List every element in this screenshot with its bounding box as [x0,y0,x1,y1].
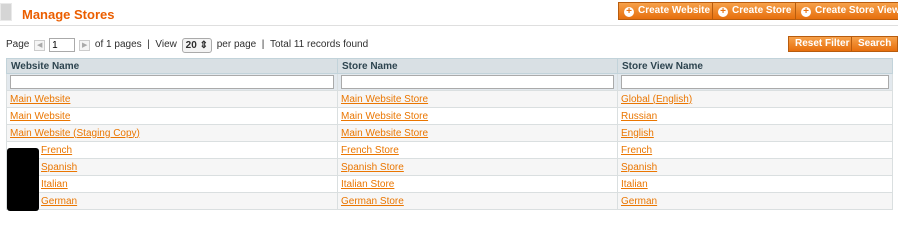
store-filter-input[interactable] [341,74,614,89]
create-website-button[interactable]: + Create Website [618,2,718,20]
reset-filter-button[interactable]: Reset Filter [788,36,857,52]
website-cell: German [6,192,338,210]
page-label: Page [6,39,30,50]
store-view-link[interactable]: Russian [621,111,657,122]
store-view-link[interactable]: French [621,145,652,156]
website-link[interactable]: Main Website [10,111,70,122]
store-view-cell: Global (English) [617,90,893,108]
website-link[interactable]: German [41,196,77,207]
store-view-cell: Italian [617,175,893,193]
store-cell: French Store [337,141,618,159]
store-view-cell: Russian [617,107,893,125]
store-cell: Main Website Store [337,107,618,125]
website-link[interactable]: Italian [41,179,68,190]
filter-cell [6,73,338,91]
page-title: Manage Stores [22,7,115,22]
table-row: Main Website (Staging Copy) Main Website… [6,124,893,142]
view-label: View [155,39,177,50]
store-view-link[interactable]: Global (English) [621,94,692,105]
table-row: Main Website Main Website Store Global (… [6,90,893,108]
table-row: French French Store French [6,141,893,159]
store-view-link[interactable]: Italian [621,179,648,190]
website-link[interactable]: Spanish [41,162,77,173]
store-view-cell: French [617,141,893,159]
store-link[interactable]: Spanish Store [341,162,404,173]
filter-row [6,73,893,91]
select-arrows-icon: ⇕ [199,39,208,51]
stores-grid: Website Name Store Name Store View Name … [6,58,893,210]
plus-icon: + [624,7,634,17]
website-cell: Main Website [6,107,338,125]
store-link[interactable]: Italian Store [341,179,394,190]
store-view-cell: German [617,192,893,210]
column-header-store-view[interactable]: Store View Name [617,58,893,74]
filter-cell [617,73,893,91]
table-row: German German Store German [6,192,893,210]
search-button[interactable]: Search [851,36,898,52]
column-header-website[interactable]: Website Name [6,58,338,74]
store-view-link[interactable]: German [621,196,657,207]
store-link[interactable]: Main Website Store [341,111,428,122]
store-link[interactable]: Main Website Store [341,128,428,139]
store-link[interactable]: German Store [341,196,404,207]
store-view-link[interactable]: English [621,128,654,139]
website-cell: Italian [6,175,338,193]
store-view-filter-input[interactable] [621,74,889,89]
header-divider [0,25,898,26]
create-store-button[interactable]: + Create Store [712,2,799,20]
table-row: Main Website Main Website Store Russian [6,107,893,125]
stores-icon [0,3,12,21]
prev-page-icon[interactable]: ◀ [34,39,46,51]
page-input[interactable] [49,38,76,52]
website-cell: Main Website (Staging Copy) [6,124,338,142]
pager: Page ◀▶ of 1 pages | View 20 ⇕ per page … [6,37,368,53]
website-cell: Spanish [6,158,338,176]
website-link[interactable]: Main Website [10,94,70,105]
store-view-link[interactable]: Spanish [621,162,657,173]
store-cell: Main Website Store [337,124,618,142]
total-records: Total 11 records found [269,39,369,50]
column-header-store[interactable]: Store Name [337,58,618,74]
store-link[interactable]: Main Website Store [341,94,428,105]
per-page-label: per page [216,39,257,50]
filter-cell [337,73,618,91]
store-view-cell: English [617,124,893,142]
page-header: Manage Stores + Create Website + Create St… [0,0,898,26]
website-link[interactable]: Main Website (Staging Copy) [10,128,140,139]
of-pages-text: of 1 pages [94,39,142,50]
website-cell: French [6,141,338,159]
website-cell: Main Website [6,90,338,108]
redaction-block [7,148,39,211]
plus-icon: + [718,7,728,17]
store-cell: Main Website Store [337,90,618,108]
website-filter-input[interactable] [10,74,334,89]
website-link[interactable]: French [41,145,72,156]
store-view-cell: Spanish [617,158,893,176]
create-store-view-button[interactable]: + Create Store View [795,2,898,20]
grid-header-row: Website Name Store Name Store View Name [6,58,893,74]
table-row: Italian Italian Store Italian [6,175,893,193]
pager-separator: | [261,39,265,50]
per-page-select[interactable]: 20 ⇕ [181,37,212,53]
table-row: Spanish Spanish Store Spanish [6,158,893,176]
store-cell: German Store [337,192,618,210]
store-cell: Spanish Store [337,158,618,176]
store-cell: Italian Store [337,175,618,193]
pager-separator: | [147,39,150,50]
plus-icon: + [801,7,811,17]
next-page-icon[interactable]: ▶ [79,39,91,51]
store-link[interactable]: French Store [341,145,399,156]
